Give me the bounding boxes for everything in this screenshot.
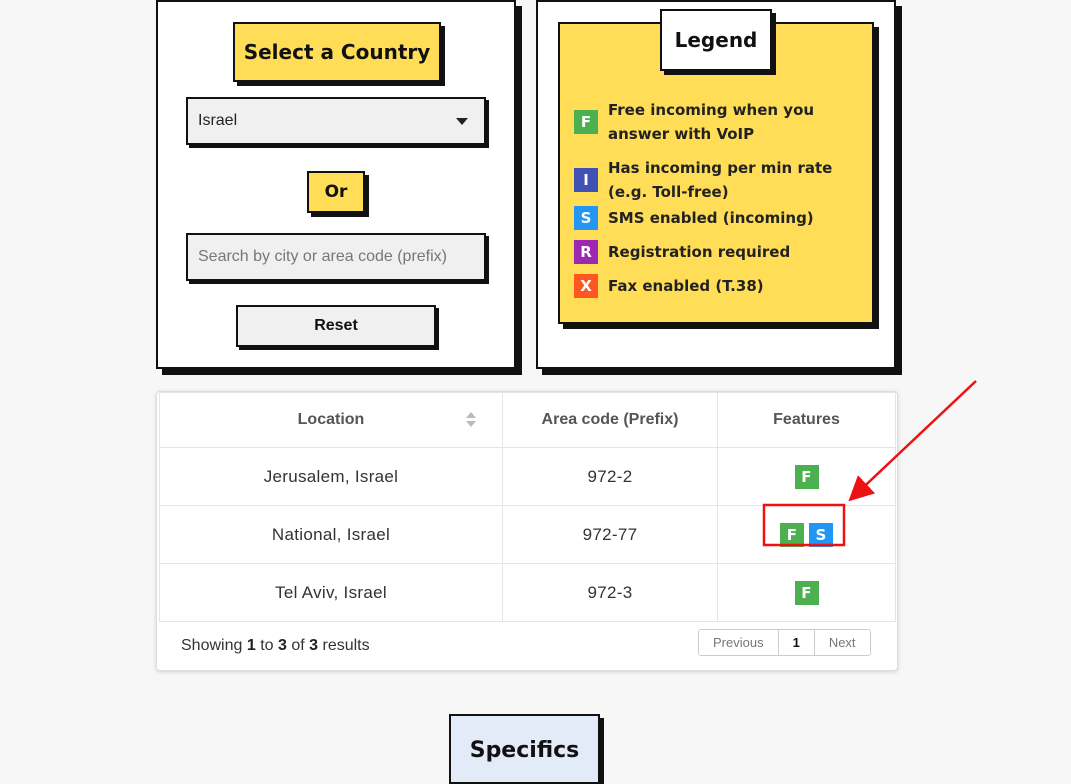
- legend-item-text: Registration required: [608, 243, 791, 261]
- feature-s-icon: S: [809, 522, 833, 547]
- previous-page-button[interactable]: Previous: [699, 630, 779, 655]
- location-header-label: Location: [297, 411, 365, 428]
- table-row: Tel Aviv, Israel 972-3 F: [159, 563, 896, 622]
- legend-item-text: Fax enabled (T.38): [608, 277, 764, 295]
- legend-item-free-incoming: F Free incoming when you answer with VoI…: [574, 98, 864, 146]
- legend-item-registration: R Registration required: [574, 240, 864, 264]
- country-select-value: Israel: [198, 112, 238, 129]
- feature-x-icon: X: [574, 274, 598, 298]
- features-cell: F: [717, 563, 896, 622]
- pagination: Previous 1 Next: [698, 629, 871, 656]
- legend-item-incoming-rate: I Has incoming per min rate (e.g. Toll-f…: [574, 156, 864, 204]
- or-label: Or: [307, 171, 365, 213]
- search-input[interactable]: [186, 233, 486, 281]
- feature-s-icon: S: [574, 206, 598, 230]
- country-select[interactable]: Israel: [186, 97, 486, 145]
- feature-f-icon: F: [794, 464, 819, 489]
- page-1-button[interactable]: 1: [778, 630, 815, 655]
- sort-icon: [466, 412, 476, 427]
- feature-r-icon: R: [574, 240, 598, 264]
- legend-heading: Legend: [660, 9, 772, 71]
- info-from: 1: [246, 637, 256, 654]
- location-cell: Jerusalem, Israel: [159, 447, 503, 506]
- country-selector-panel: Select a Country Israel Or Reset: [156, 0, 516, 369]
- info-to: 3: [277, 637, 287, 654]
- legend-item-text: SMS enabled (incoming): [608, 209, 814, 227]
- reset-button[interactable]: Reset: [236, 305, 436, 347]
- area-codes-table: Location Area code (Prefix) Features Jer…: [159, 392, 896, 622]
- feature-i-icon: I: [574, 168, 598, 192]
- caret-down-icon: [456, 117, 468, 125]
- feature-f-icon: F: [794, 580, 819, 605]
- info-of-word: of: [291, 637, 305, 654]
- legend-item-sms: S SMS enabled (incoming): [574, 206, 864, 230]
- legend-panel: F Free incoming when you answer with VoI…: [536, 0, 896, 369]
- specifics-heading: Specifics: [449, 714, 600, 784]
- legend-item-fax: X Fax enabled (T.38): [574, 274, 864, 298]
- info-suffix: results: [322, 637, 370, 654]
- location-column-header[interactable]: Location: [159, 392, 503, 448]
- area-code-column-header: Area code (Prefix): [502, 392, 718, 448]
- next-page-button[interactable]: Next: [814, 630, 870, 655]
- features-cell: F S: [717, 505, 896, 564]
- info-to-word: to: [260, 637, 274, 654]
- location-cell: Tel Aviv, Israel: [159, 563, 503, 622]
- results-info: Showing 1 to 3 of 3 results: [181, 637, 370, 655]
- info-prefix: Showing: [181, 637, 243, 654]
- area-codes-table-card: Location Area code (Prefix) Features Jer…: [156, 391, 898, 671]
- features-column-header: Features: [717, 392, 896, 448]
- location-cell: National, Israel: [159, 505, 503, 564]
- prefix-cell: 972-77: [502, 505, 718, 564]
- prefix-cell: 972-3: [502, 563, 718, 622]
- info-total: 3: [309, 637, 319, 654]
- select-country-heading: Select a Country: [233, 22, 441, 82]
- features-cell: F: [717, 447, 896, 506]
- legend-item-text: Has incoming per min rate (e.g. Toll-fre…: [608, 159, 833, 201]
- table-row: National, Israel 972-77 F S: [159, 505, 896, 564]
- feature-f-icon: F: [780, 522, 804, 547]
- table-row: Jerusalem, Israel 972-2 F: [159, 447, 896, 506]
- feature-f-icon: F: [574, 110, 598, 134]
- prefix-cell: 972-2: [502, 447, 718, 506]
- legend-item-text: Free incoming when you answer with VoIP: [608, 101, 815, 143]
